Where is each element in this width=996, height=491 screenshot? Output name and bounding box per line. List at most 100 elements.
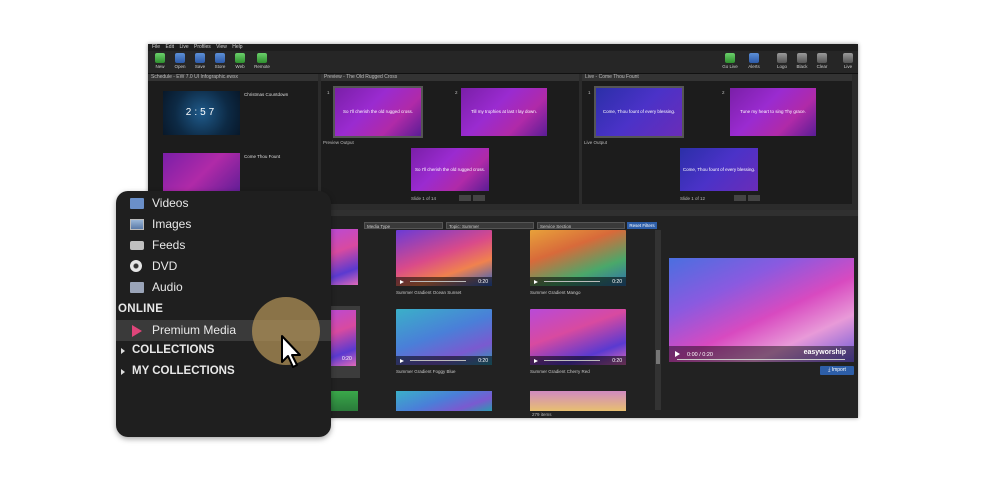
- player-time: 0:00 / 0:20: [687, 352, 713, 358]
- schedule-title: Schedule - EW 7.0 UI Infographic.ewsx: [148, 74, 318, 81]
- media-thumb-partial[interactable]: [396, 391, 492, 411]
- slide-number: 2: [722, 90, 725, 95]
- speaker-icon: [130, 282, 144, 293]
- preview-slide-2[interactable]: Till my trophies at last I lay down.: [461, 88, 547, 136]
- schedule-item-name[interactable]: Come Thou Fount: [244, 154, 280, 159]
- preview-panel: Preview - The Old Rugged Cross 1 So I'll…: [321, 74, 579, 204]
- remote-button[interactable]: Remote: [254, 53, 270, 69]
- menu-edit[interactable]: Edit: [165, 44, 174, 50]
- menu-help[interactable]: Help: [232, 44, 242, 50]
- toolbar: New Open Save Store Web Remote Go Live A…: [148, 51, 858, 74]
- preview-slide-counter: Slide 1 of 14: [411, 196, 437, 201]
- menu-bar: File Edit Live Profiles View Help: [148, 44, 858, 51]
- live-slide-1[interactable]: Come, Thou fount of every blessing.: [594, 86, 684, 138]
- import-button[interactable]: ⤓ Import: [820, 366, 854, 375]
- media-thumb-partial[interactable]: [530, 391, 626, 411]
- player-seek-bar[interactable]: [677, 359, 845, 360]
- media-thumb[interactable]: 0:20: [530, 230, 626, 286]
- play-icon[interactable]: [534, 359, 538, 363]
- live-panel: Live - Come Thou Fount 1 Come, Thou foun…: [582, 74, 852, 204]
- disc-icon: [130, 260, 142, 272]
- black-screen-icon: [797, 53, 807, 63]
- alerts-button[interactable]: Alerts: [746, 53, 762, 69]
- logo-button[interactable]: Logo: [774, 53, 790, 69]
- live-output-label: Live Output: [584, 140, 608, 145]
- menu-profiles[interactable]: Profiles: [194, 44, 211, 50]
- globe-icon: [235, 53, 245, 63]
- my-collections-item[interactable]: MY COLLECTIONS: [132, 365, 235, 377]
- go-live-button[interactable]: Go Live: [722, 53, 738, 69]
- preview-output-slide: So I'll cherish the old rugged cross.: [411, 148, 489, 191]
- premium-media-icon: [132, 325, 142, 337]
- watermark: easyworship: [803, 349, 846, 356]
- preview-prev-button[interactable]: [459, 195, 471, 201]
- schedule-item-name[interactable]: Christmas Countdown: [244, 92, 288, 97]
- topic-filter[interactable]: Topic: Summer: [446, 222, 534, 229]
- library-item-feeds[interactable]: Feeds: [116, 235, 331, 256]
- items-count: 279 items: [532, 412, 552, 417]
- media-thumb[interactable]: 0:20: [396, 309, 492, 365]
- duration: 0:20: [612, 358, 622, 364]
- open-button[interactable]: Open: [172, 53, 188, 69]
- menu-file[interactable]: File: [152, 44, 160, 50]
- play-icon[interactable]: [400, 359, 404, 363]
- library-sidebar-callout: Videos Images Feeds DVD Audio ONLINE Pre…: [116, 191, 331, 437]
- film-icon: [130, 198, 144, 209]
- new-button[interactable]: New: [152, 53, 168, 69]
- live-slide-2[interactable]: Tune my heart to sing Thy grace.: [730, 88, 816, 136]
- web-button[interactable]: Web: [232, 53, 248, 69]
- live-next-button[interactable]: [748, 195, 760, 201]
- play-icon[interactable]: [400, 280, 404, 284]
- online-heading: ONLINE: [118, 303, 164, 315]
- media-name: Summer Gradient Cherry Red: [530, 369, 590, 374]
- duration: 0:20: [478, 358, 488, 364]
- save-icon: [195, 53, 205, 63]
- save-button[interactable]: Save: [192, 53, 208, 69]
- expand-my-collections-icon[interactable]: [121, 369, 125, 375]
- seek-bar[interactable]: [544, 360, 600, 361]
- library-item-dvd[interactable]: DVD: [116, 256, 331, 277]
- image-icon: [130, 219, 144, 230]
- clear-icon: [817, 53, 827, 63]
- reset-filters-button[interactable]: Reset Filters: [627, 222, 657, 229]
- countdown-thumbnail[interactable]: 2:57: [163, 91, 240, 135]
- media-type-filter[interactable]: Media Type: [364, 222, 443, 229]
- preview-next-button[interactable]: [473, 195, 485, 201]
- media-player[interactable]: 0:00 / 0:20 easyworship: [669, 258, 854, 362]
- media-scrollbar[interactable]: [655, 230, 661, 410]
- alerts-icon: [749, 53, 759, 63]
- collections-item[interactable]: COLLECTIONS: [132, 344, 214, 356]
- duration: 0:20: [612, 279, 622, 285]
- store-button[interactable]: Store: [212, 53, 228, 69]
- new-icon: [155, 53, 165, 63]
- seek-bar[interactable]: [544, 281, 600, 282]
- go-live-icon: [725, 53, 735, 63]
- library-item-audio[interactable]: Audio: [116, 277, 331, 298]
- play-icon[interactable]: [534, 280, 538, 284]
- live-title: Live - Come Thou Fount: [582, 74, 852, 81]
- media-thumb[interactable]: 0:20: [530, 309, 626, 365]
- media-thumb[interactable]: 0:20: [396, 230, 492, 286]
- live-prev-button[interactable]: [734, 195, 746, 201]
- menu-live[interactable]: Live: [179, 44, 188, 50]
- play-icon[interactable]: [675, 351, 680, 357]
- media-name: Summer Gradient Mango: [530, 290, 581, 295]
- library-item-images[interactable]: Images: [116, 214, 331, 235]
- slide-number: 1: [327, 90, 330, 95]
- clear-button[interactable]: Clear: [814, 53, 830, 69]
- live-button[interactable]: Live: [840, 53, 856, 69]
- preview-slide-1[interactable]: So I'll cherish the old rugged cross.: [333, 86, 423, 138]
- expand-collections-icon[interactable]: [121, 348, 125, 354]
- menu-view[interactable]: View: [216, 44, 227, 50]
- service-section-filter[interactable]: Service Section: [537, 222, 625, 229]
- seek-bar[interactable]: [410, 360, 466, 361]
- duration: 0:20: [342, 356, 352, 362]
- seek-bar[interactable]: [410, 281, 466, 282]
- black-button[interactable]: Black: [794, 53, 810, 69]
- live-slide-counter: Slide 1 of 12: [680, 196, 706, 201]
- premium-media-label: Premium Media: [152, 323, 237, 337]
- store-icon: [215, 53, 225, 63]
- scrollbar-thumb[interactable]: [656, 350, 660, 364]
- library-item-videos[interactable]: Videos: [116, 193, 331, 214]
- logo-icon: [777, 53, 787, 63]
